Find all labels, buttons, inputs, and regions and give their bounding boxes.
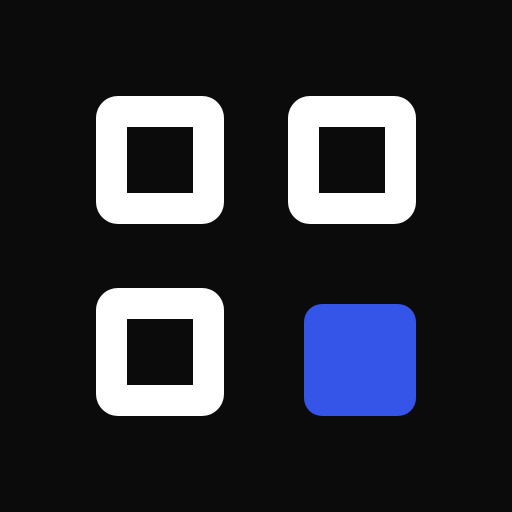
app-grid-icon — [0, 0, 512, 512]
grid-tile-top-right-icon — [288, 96, 416, 224]
grid-tile-bottom-right-accent-icon — [304, 304, 416, 416]
grid-tile-bottom-left-icon — [96, 288, 224, 416]
grid-tile-top-left-icon — [96, 96, 224, 224]
